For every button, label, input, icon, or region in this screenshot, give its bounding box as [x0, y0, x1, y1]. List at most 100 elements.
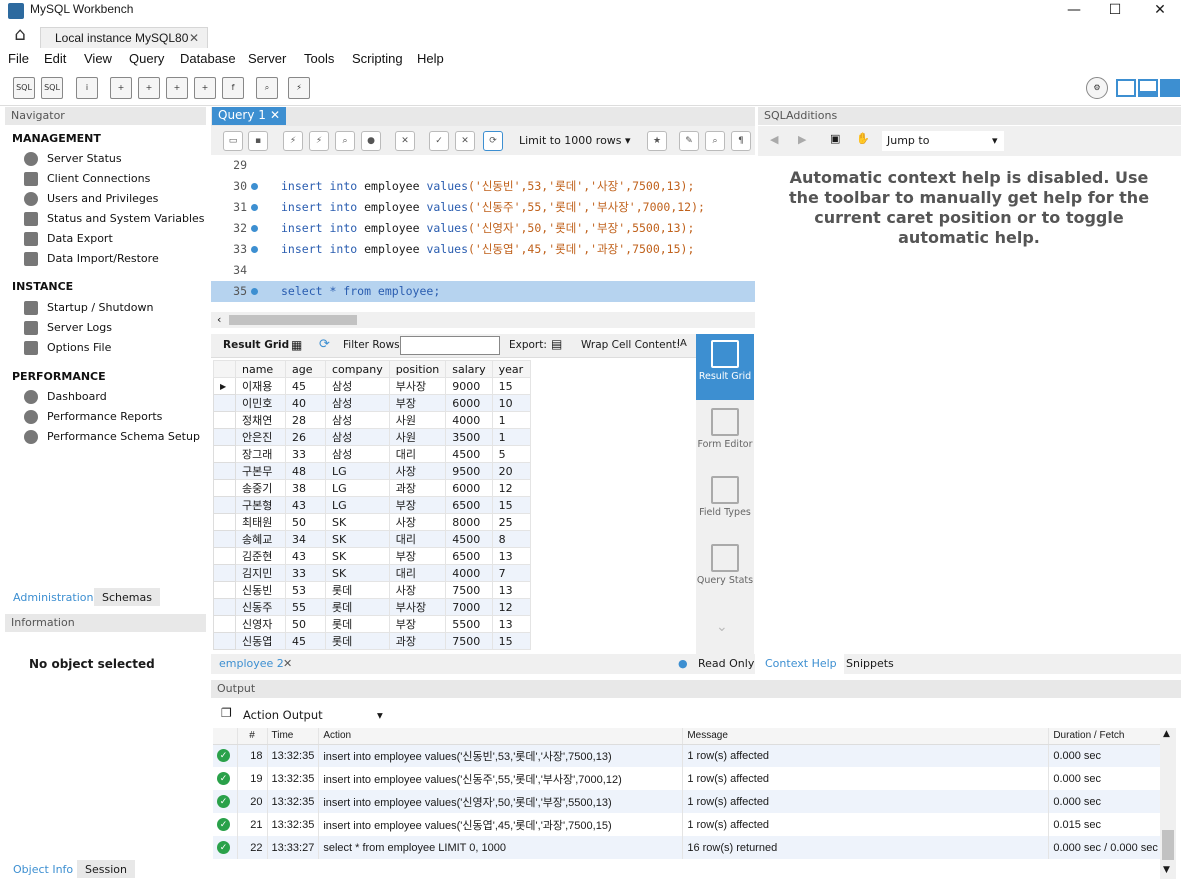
cell-salary[interactable]: 4000: [445, 564, 493, 582]
cell-name[interactable]: 구본무: [235, 462, 286, 480]
cell-name[interactable]: 송혜교: [235, 530, 286, 548]
row-marker[interactable]: [213, 462, 236, 480]
wrap-cell-icon[interactable]: IA: [677, 338, 687, 349]
column-header-salary[interactable]: salary: [445, 360, 493, 378]
cell-age[interactable]: 33: [285, 564, 326, 582]
sql-editor[interactable]: 29 30 insert into employee values('신동빈',5…: [211, 155, 755, 312]
beautify-icon[interactable]: ✎: [679, 131, 699, 151]
tab-schemas[interactable]: Schemas: [94, 588, 160, 606]
row-marker[interactable]: [213, 445, 236, 463]
cell-year[interactable]: 15: [491, 496, 531, 514]
search-table-data-icon[interactable]: ⌕: [256, 77, 278, 99]
cell-position[interactable]: 사장: [388, 462, 447, 480]
toggle-sidebar-icon[interactable]: [1116, 79, 1136, 97]
row-marker[interactable]: [213, 581, 236, 599]
minimize-button[interactable]: —: [1051, 0, 1097, 22]
create-schema-icon[interactable]: +: [110, 77, 132, 99]
manual-help-icon[interactable]: ▣: [830, 132, 840, 145]
menu-server[interactable]: Server: [248, 51, 286, 66]
table-row[interactable]: 구본무 48 LG 사장 9500 20: [213, 462, 531, 480]
column-header-company[interactable]: company: [325, 360, 390, 378]
tab-object-info[interactable]: Object Info: [5, 860, 82, 878]
table-row[interactable]: 신동빈 53 롯데 사장 7500 13: [213, 581, 531, 599]
forward-icon[interactable]: ▶: [798, 133, 806, 146]
cell-position[interactable]: 부사장: [388, 377, 447, 395]
cell-company[interactable]: 삼성: [325, 428, 390, 446]
table-row[interactable]: 신동주 55 롯데 부사장 7000 12: [213, 598, 531, 616]
output-column-header[interactable]: #: [237, 728, 268, 745]
cell-salary[interactable]: 7500: [445, 581, 493, 599]
grid-layout-icon[interactable]: ▦: [291, 338, 302, 352]
cell-year[interactable]: 25: [491, 513, 531, 531]
cell-salary[interactable]: 8000: [445, 513, 493, 531]
filter-rows-input[interactable]: [400, 336, 500, 355]
table-row[interactable]: 이민호 40 삼성 부장 6000 10: [213, 394, 531, 412]
cell-salary[interactable]: 9000: [445, 377, 493, 395]
cell-position[interactable]: 과장: [388, 479, 447, 497]
create-table-icon[interactable]: +: [138, 77, 160, 99]
cell-age[interactable]: 43: [285, 547, 326, 565]
limit-rows-select[interactable]: Limit to 1000 rows ▾: [513, 131, 638, 151]
cell-company[interactable]: 롯데: [325, 581, 390, 599]
back-icon[interactable]: ◀: [770, 133, 778, 146]
cell-year[interactable]: 12: [491, 479, 531, 497]
form-editor-button[interactable]: Form Editor: [696, 402, 754, 468]
cell-age[interactable]: 55: [285, 598, 326, 616]
cell-position[interactable]: 부장: [388, 615, 447, 633]
column-header-year[interactable]: year: [491, 360, 531, 378]
row-marker[interactable]: [213, 479, 236, 497]
cell-salary[interactable]: 3500: [445, 428, 493, 446]
cell-age[interactable]: 26: [285, 428, 326, 446]
row-marker[interactable]: [213, 547, 236, 565]
cell-position[interactable]: 사원: [388, 411, 447, 429]
cell-name[interactable]: 장그래: [235, 445, 286, 463]
cell-name[interactable]: 안은진: [235, 428, 286, 446]
create-view-icon[interactable]: +: [166, 77, 188, 99]
maximize-button[interactable]: ☐: [1092, 0, 1138, 22]
cell-year[interactable]: 13: [491, 547, 531, 565]
menu-help[interactable]: Help: [417, 51, 444, 66]
cell-year[interactable]: 12: [491, 598, 531, 616]
cell-salary[interactable]: 6500: [445, 496, 493, 514]
output-row[interactable]: ✓ 19 13:32:35 insert into employee values('…: [213, 767, 1163, 790]
cell-salary[interactable]: 6000: [445, 394, 493, 412]
cell-salary[interactable]: 4000: [445, 411, 493, 429]
cell-name[interactable]: 구본형: [235, 496, 286, 514]
row-marker[interactable]: [213, 394, 236, 412]
cell-salary[interactable]: 6000: [445, 479, 493, 497]
auto-help-icon[interactable]: ✋: [856, 132, 870, 145]
column-header-position[interactable]: position: [388, 360, 447, 378]
row-marker[interactable]: [213, 530, 236, 548]
tab-session[interactable]: Session: [77, 860, 135, 878]
cell-year[interactable]: 10: [491, 394, 531, 412]
invisible-chars-icon[interactable]: ¶: [731, 131, 751, 151]
tab-query-1[interactable]: Query 1 ✕: [212, 107, 286, 125]
copy-icon[interactable]: ❐: [221, 706, 232, 720]
cell-name[interactable]: 최태원: [235, 513, 286, 531]
close-result-tab-icon[interactable]: ✕: [283, 657, 292, 670]
field-types-button[interactable]: Field Types: [696, 470, 754, 536]
cell-age[interactable]: 48: [285, 462, 326, 480]
export-icon[interactable]: ▤: [551, 337, 562, 351]
cell-company[interactable]: SK: [325, 530, 390, 548]
cell-position[interactable]: 대리: [388, 530, 447, 548]
cell-salary[interactable]: 6500: [445, 547, 493, 565]
close-window-button[interactable]: ✕: [1137, 0, 1181, 22]
row-marker[interactable]: ▶: [213, 377, 236, 395]
cell-age[interactable]: 45: [285, 377, 326, 395]
cell-salary[interactable]: 5500: [445, 615, 493, 633]
output-column-header[interactable]: Message: [682, 728, 1050, 745]
editor-horizontal-scrollbar[interactable]: ‹: [211, 312, 755, 328]
output-row[interactable]: ✓ 22 13:33:27 select * from employee LIMIT …: [213, 836, 1163, 859]
table-row[interactable]: 김지민 33 SK 대리 4000 7: [213, 564, 531, 582]
cell-salary[interactable]: 7000: [445, 598, 493, 616]
cell-position[interactable]: 부사장: [388, 598, 447, 616]
execute-icon[interactable]: ⚡: [283, 131, 303, 151]
result-grid[interactable]: name age company position salary year ▶ 이재용 45 삼…: [213, 360, 531, 650]
cell-position[interactable]: 사원: [388, 428, 447, 446]
cell-company[interactable]: LG: [325, 462, 390, 480]
cell-year[interactable]: 15: [491, 377, 531, 395]
cell-year[interactable]: 7: [491, 564, 531, 582]
table-row[interactable]: 신동엽 45 롯데 과장 7500 15: [213, 632, 531, 650]
cell-position[interactable]: 사장: [388, 581, 447, 599]
